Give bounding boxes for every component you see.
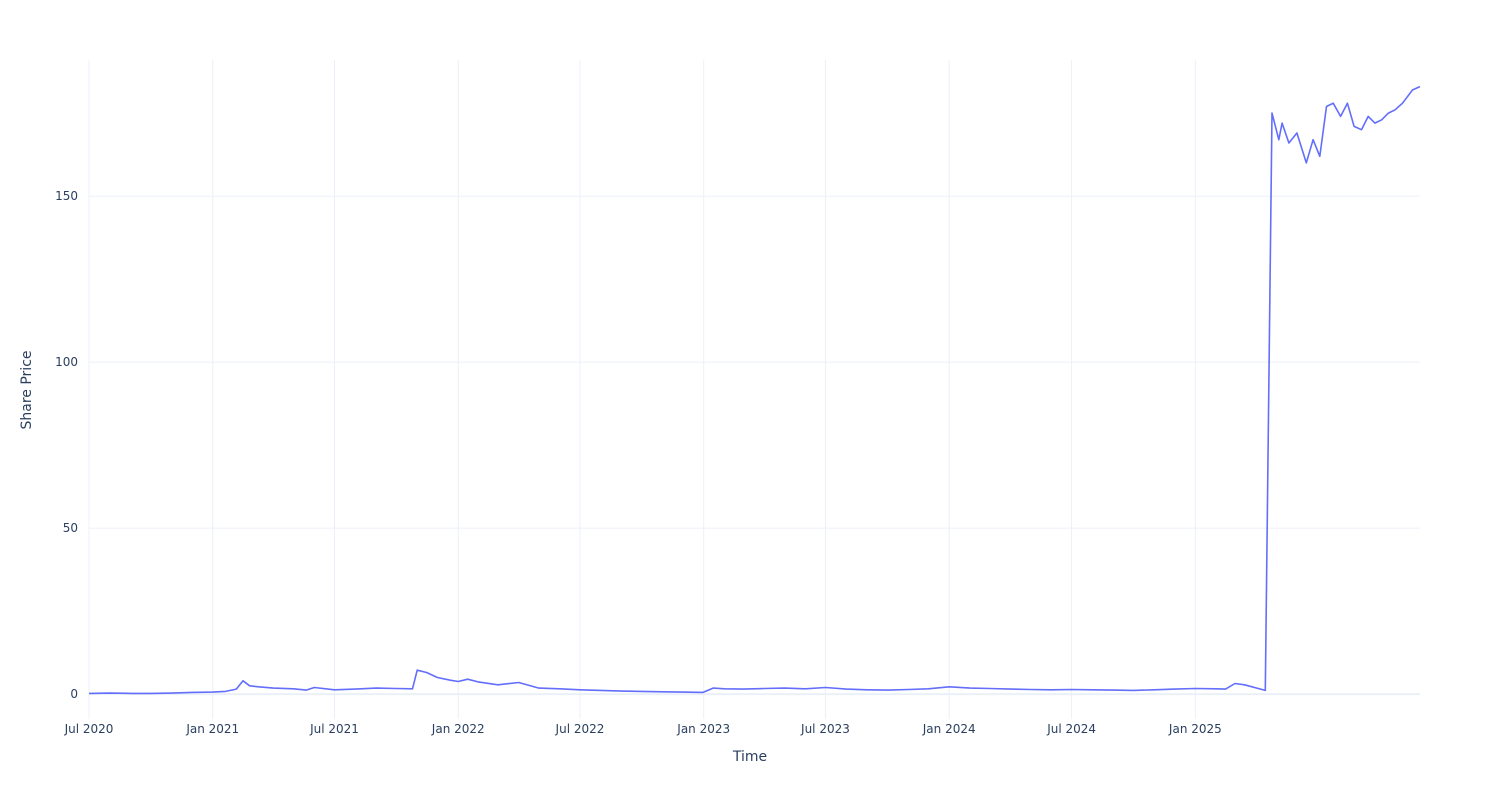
y-gridlines xyxy=(89,195,1420,696)
x-tick-label: Jan 2024 xyxy=(922,722,976,736)
x-tick-label: Jan 2023 xyxy=(676,722,730,736)
y-tick-labels: 0 50 100 150 xyxy=(55,189,78,701)
x-axis-title: Time xyxy=(732,749,767,765)
x-tick-label: Jul 2020 xyxy=(64,722,114,736)
x-tick-label: Jul 2021 xyxy=(309,722,359,736)
y-axis-title: Share Price xyxy=(19,350,35,429)
x-tick-label: Jan 2025 xyxy=(1168,722,1222,736)
x-tick-label: Jul 2024 xyxy=(1046,722,1096,736)
x-tick-label: Jul 2023 xyxy=(800,722,850,736)
x-tick-label: Jan 2021 xyxy=(185,722,239,736)
y-tick-label: 50 xyxy=(63,521,78,535)
series-line xyxy=(88,85,1421,695)
x-tick-label: Jul 2022 xyxy=(555,722,605,736)
y-tick-label: 100 xyxy=(55,355,78,369)
x-tick-labels: Jul 2020 Jan 2021 Jul 2021 Jan 2022 Jul 2022… xyxy=(64,722,1222,736)
x-tick-label: Jan 2022 xyxy=(431,722,485,736)
line-chart: Jul 2020 Jan 2021 Jul 2021 Jan 2022 Jul 2022… xyxy=(19,60,1421,765)
series-layer xyxy=(88,85,1421,695)
y-tick-label: 0 xyxy=(70,687,78,701)
x-gridlines xyxy=(88,60,1196,719)
chart-root: Jul 2020 Jan 2021 Jul 2021 Jan 2022 Jul 2022… xyxy=(0,0,1500,800)
y-tick-label: 150 xyxy=(55,189,78,203)
